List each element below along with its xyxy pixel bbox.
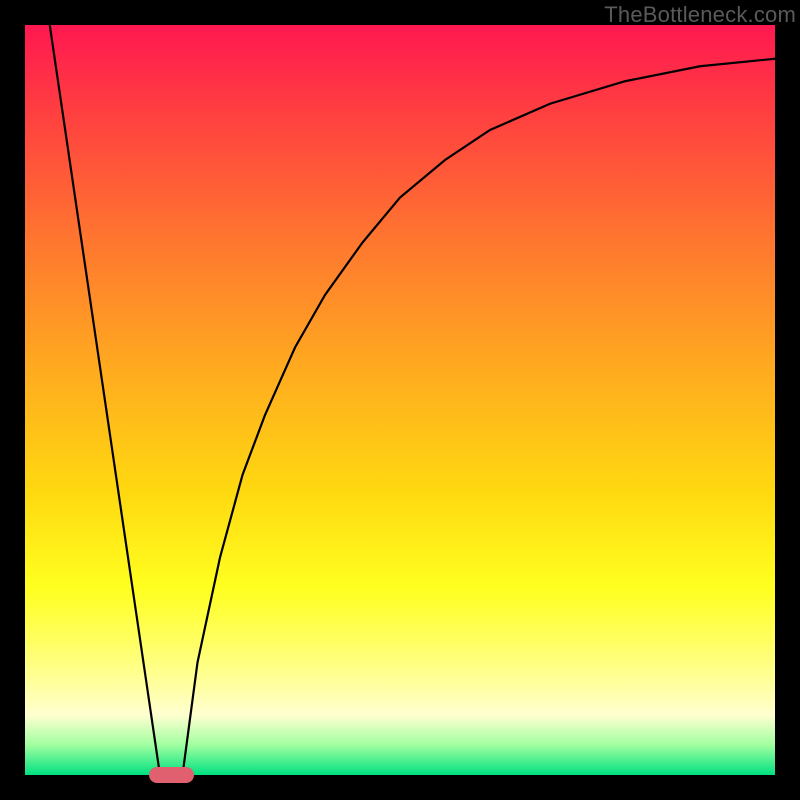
chart-lines-svg [25, 25, 775, 775]
chart-frame: TheBottleneck.com [0, 0, 800, 800]
right-curve-line [183, 59, 776, 775]
left-slope-line [50, 25, 160, 775]
bottleneck-marker [149, 767, 194, 784]
attribution-text: TheBottleneck.com [604, 2, 796, 28]
chart-plot-area [25, 25, 775, 775]
